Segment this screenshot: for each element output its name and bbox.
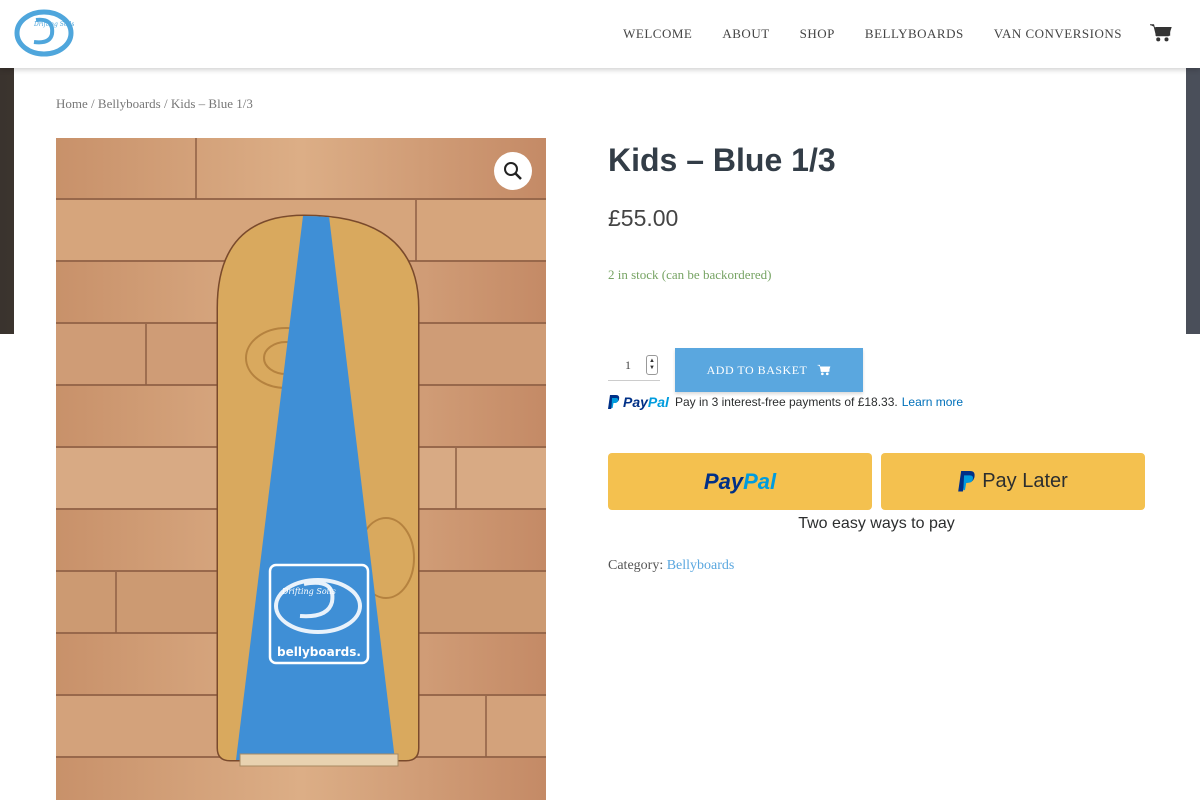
board-logo-script: Drifting Soils bbox=[281, 587, 336, 596]
breadcrumb-category[interactable]: Bellyboards bbox=[98, 96, 161, 111]
nav-bellyboards[interactable]: BELLYBOARDS bbox=[865, 26, 964, 42]
paypal-tagline: Two easy ways to pay bbox=[798, 515, 955, 532]
learn-more-link[interactable]: Learn more bbox=[902, 395, 963, 409]
product-title: Kids – Blue 1/3 bbox=[608, 142, 836, 178]
breadcrumb-home[interactable]: Home bbox=[56, 96, 88, 111]
shopping-cart-icon[interactable] bbox=[1150, 22, 1172, 44]
svg-text:Drifting Soils: Drifting Soils bbox=[33, 21, 74, 28]
category-link[interactable]: Bellyboards bbox=[667, 558, 735, 573]
chevron-up-icon[interactable]: ▲ bbox=[649, 358, 655, 365]
breadcrumb-current: Kids – Blue 1/3 bbox=[170, 96, 253, 111]
product-image[interactable]: Drifting Soils bellyboards. bbox=[56, 138, 546, 800]
paypal-p-icon bbox=[608, 394, 620, 409]
quantity-spinner[interactable]: ▲ ▼ bbox=[646, 355, 658, 375]
breadcrumb-sep: / bbox=[87, 96, 98, 111]
paypal-pay-later-button[interactable]: Pay Later bbox=[881, 453, 1145, 510]
site-header: Drifting Soils WELCOME ABOUT SHOP BELLYB… bbox=[0, 0, 1200, 68]
chevron-down-icon[interactable]: ▼ bbox=[649, 365, 655, 372]
image-zoom-button[interactable] bbox=[494, 152, 532, 190]
paypal-logo: PayPal bbox=[608, 394, 669, 410]
stock-status: 2 in stock (can be backordered) bbox=[608, 267, 772, 282]
quantity-input[interactable] bbox=[608, 356, 648, 374]
paypal-p-icon bbox=[958, 470, 975, 492]
magnifier-icon bbox=[504, 162, 522, 180]
quantity-stepper[interactable]: ▲ ▼ bbox=[608, 350, 660, 381]
nav-about[interactable]: ABOUT bbox=[722, 26, 769, 42]
product-photo: Drifting Soils bellyboards. bbox=[56, 138, 546, 800]
paypal-logo-pay: Pay bbox=[623, 394, 648, 410]
category-label: Category: bbox=[608, 558, 664, 573]
site-logo[interactable]: Drifting Soils bbox=[14, 8, 74, 58]
breadcrumb: Home / Bellyboards / Kids – Blue 1/3 bbox=[56, 96, 253, 112]
main-nav: WELCOME ABOUT SHOP BELLYBOARDS VAN CONVE… bbox=[593, 0, 1122, 68]
board-logo-text: bellyboards. bbox=[277, 645, 361, 659]
paypal-button-pal: Pal bbox=[743, 468, 777, 494]
nav-shop[interactable]: SHOP bbox=[800, 26, 835, 42]
paypal-checkout-button[interactable]: PayPal bbox=[608, 453, 872, 510]
cart-icon bbox=[817, 364, 831, 376]
nav-van-conversions[interactable]: VAN CONVERSIONS bbox=[994, 26, 1122, 42]
add-to-basket-button[interactable]: ADD TO BASKET bbox=[675, 348, 863, 392]
product-price: £55.00 bbox=[608, 205, 679, 231]
paypal-button-pay: Pay bbox=[703, 468, 744, 494]
breadcrumb-sep: / bbox=[160, 96, 171, 111]
paypal-pay-in-3-message: PayPal Pay in 3 interest-free payments o… bbox=[608, 393, 963, 411]
nav-welcome[interactable]: WELCOME bbox=[623, 26, 692, 42]
pay-later-label: Pay Later bbox=[982, 470, 1068, 492]
product-category: Category: Bellyboards bbox=[608, 558, 734, 574]
paypal-logo-pal: Pal bbox=[647, 394, 669, 410]
add-to-basket-label: ADD TO BASKET bbox=[706, 362, 808, 377]
paypal-message-text: Pay in 3 interest-free payments of £18.3… bbox=[674, 395, 898, 409]
